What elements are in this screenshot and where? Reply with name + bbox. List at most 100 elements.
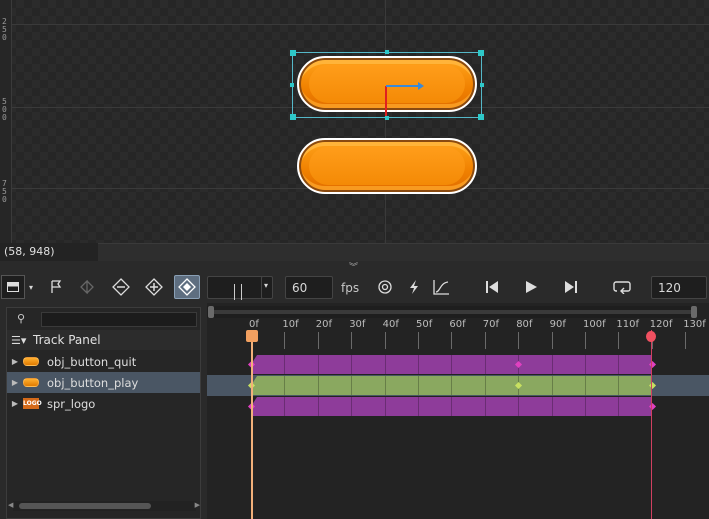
clip-grid-line <box>351 376 353 395</box>
frame-label: 0f <box>249 319 259 330</box>
zoom-handle-right[interactable] <box>691 306 697 318</box>
fps-mode-icon[interactable] <box>372 275 398 299</box>
expand-arrow-icon[interactable]: ▶ <box>7 378 23 387</box>
clip-grid-line <box>418 376 419 395</box>
scroll-left-icon[interactable]: ◀ <box>8 501 13 509</box>
resize-handle[interactable] <box>478 114 484 120</box>
resize-handle[interactable] <box>290 50 296 56</box>
frame-label: 50f <box>416 319 433 330</box>
playhead-handle[interactable] <box>246 330 258 342</box>
track-clip[interactable] <box>251 376 652 395</box>
clip-grid-line <box>451 376 453 395</box>
expand-arrow-icon[interactable]: ▶ <box>7 357 23 366</box>
zoom-bar[interactable] <box>211 310 695 314</box>
expand-arrow-icon[interactable]: ▶ <box>7 399 23 408</box>
resize-handle[interactable] <box>385 50 389 54</box>
track-row-obj-button-quit[interactable]: ▶ obj_button_quit <box>7 351 200 372</box>
ruler-label-750: 750 <box>2 179 7 204</box>
lane-obj-button-quit[interactable] <box>207 354 709 375</box>
clip-grid-line <box>284 355 286 374</box>
track-row-obj-button-play[interactable]: ▶ obj_button_play <box>7 372 200 393</box>
object-icon <box>23 378 39 387</box>
resize-handle[interactable] <box>480 83 484 87</box>
playhead[interactable] <box>251 330 253 519</box>
go-to-end-icon[interactable] <box>558 275 584 299</box>
track-panel-menu-icon[interactable]: ☰▾ <box>7 334 33 347</box>
resize-handle[interactable] <box>290 83 294 87</box>
clip-grid-line <box>585 397 586 416</box>
add-keyframe-icon[interactable] <box>141 275 167 299</box>
search-icon: ⚲ <box>17 312 26 325</box>
go-to-start-icon[interactable] <box>479 275 505 299</box>
frame-ruler[interactable]: 0f 10f 20f 30f 40f 50f 60f 70f 80f 90f 100f 110f 120… <box>207 319 709 351</box>
record-keyframe-icon[interactable] <box>174 275 200 299</box>
resize-handle[interactable] <box>478 50 484 56</box>
frame-label: 70f <box>482 319 500 330</box>
previous-keyframe-icon[interactable] <box>74 275 100 299</box>
search-input[interactable] <box>41 312 197 327</box>
frame-label: 110f <box>616 319 639 330</box>
fps-label: fps <box>341 281 360 295</box>
clip-grid-line <box>451 397 453 416</box>
ruler-label-500: 500 <box>2 97 7 122</box>
track-row-spr-logo[interactable]: ▶ LOGO spr_logo <box>7 393 200 414</box>
clip-grid-line <box>284 376 286 395</box>
clip-grid-line <box>618 355 620 374</box>
sequence-toolbar: ▾ ▾ 60 fps 120 <box>0 271 709 303</box>
frame-label: 20f <box>315 319 333 330</box>
scroll-right-icon[interactable]: ▶ <box>195 501 200 509</box>
frame-label: 10f <box>282 319 299 330</box>
frame-tick <box>284 332 286 349</box>
clip-grid-line <box>618 376 620 395</box>
room-canvas[interactable]: 250 500 750 <box>0 0 709 243</box>
frame-tick <box>551 332 553 349</box>
obj-button-quit-instance[interactable] <box>297 138 477 194</box>
lane-obj-button-play[interactable] <box>207 375 709 396</box>
fps-input[interactable]: 60 <box>285 276 333 299</box>
transform-gizmo[interactable] <box>380 80 430 120</box>
clip-grid-line <box>384 376 386 395</box>
frame-tick <box>518 332 520 349</box>
lane-spr-logo[interactable] <box>207 396 709 417</box>
sequence-length-input[interactable]: 120 <box>651 276 707 299</box>
clip-grid-line <box>484 376 486 395</box>
clip-grid-line <box>351 355 353 374</box>
track-panel-header: ☰▾ Track Panel <box>7 330 200 350</box>
frame-label: 60f <box>449 319 466 330</box>
object-icon <box>23 357 39 366</box>
clip-grid-line <box>585 376 586 395</box>
playback-speed-dropdown-icon[interactable]: ▾ <box>261 276 273 299</box>
end-marker[interactable] <box>651 330 652 519</box>
play-icon[interactable] <box>518 275 544 299</box>
clip-grid-line <box>551 397 553 416</box>
clip-grid-line <box>351 397 353 416</box>
remove-keyframe-icon[interactable] <box>108 275 134 299</box>
frame-tick <box>418 332 419 349</box>
clip-grid-line <box>418 397 419 416</box>
clip-grid-line <box>384 355 386 374</box>
track-clip[interactable] <box>251 397 652 416</box>
track-name: obj_button_quit <box>47 354 137 369</box>
frame-tick <box>685 332 687 349</box>
end-marker-handle[interactable] <box>646 331 656 342</box>
curve-editor-icon[interactable] <box>428 275 454 299</box>
loop-icon[interactable] <box>609 275 635 299</box>
vertical-ruler: 250 500 750 <box>0 0 12 243</box>
track-clip[interactable] <box>251 355 652 374</box>
zoom-handle-left[interactable] <box>208 306 214 318</box>
grid-line <box>12 24 709 25</box>
frame-tick <box>484 332 486 349</box>
track-view-icon[interactable] <box>1 275 25 299</box>
frame-tick <box>384 332 386 349</box>
track-view-dropdown-icon[interactable]: ▾ <box>25 275 37 299</box>
add-moment-flag-icon[interactable] <box>43 275 69 299</box>
status-bar-filler <box>98 243 709 261</box>
frame-label: 130f <box>683 319 706 330</box>
resize-handle[interactable] <box>290 114 296 120</box>
frame-label: 120f <box>649 319 673 330</box>
track-panel-scrollbar[interactable]: ◀ ▶ <box>8 501 200 511</box>
timeline-zoom-scrollbar[interactable] <box>207 306 697 318</box>
dope-sheet[interactable]: 0f 10f 20f 30f 40f 50f 60f 70f 80f 90f 100f 110f 120… <box>207 303 709 519</box>
scrollbar-thumb[interactable] <box>19 503 151 509</box>
lightning-icon[interactable] <box>401 275 427 299</box>
